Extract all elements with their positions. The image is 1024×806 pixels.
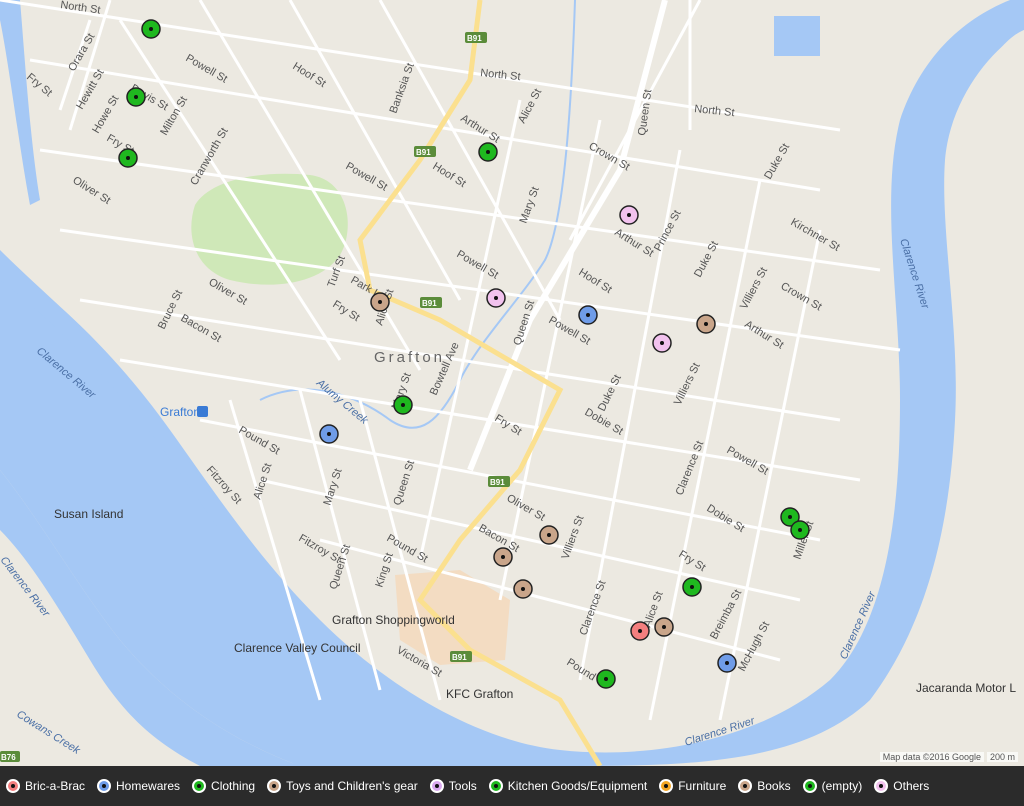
poi-station[interactable]: Grafton [160,405,200,419]
legend-label: Tools [448,779,477,793]
poi-council[interactable]: Clarence Valley Council [234,641,361,655]
legend-marker-icon [192,779,207,793]
map-marker[interactable] [513,579,533,599]
legend-marker-icon [659,779,674,793]
map-marker[interactable] [652,333,672,353]
legend-item[interactable]: (empty) [802,779,863,793]
legend-marker-icon [267,779,282,793]
svg-text:B76: B76 [1,753,16,762]
map-marker[interactable] [790,520,810,540]
highway-shield: B91 [450,651,472,662]
legend-label: (empty) [821,779,863,793]
map-view[interactable]: North St North St North St Powell St Pow… [0,0,1024,806]
map-marker[interactable] [393,395,413,415]
highway-shield: B76 [0,751,20,762]
map-marker[interactable] [141,19,161,39]
map-scale: 200 m [986,752,1018,762]
legend-label: Books [757,779,791,793]
lake [774,16,820,56]
svg-text:B91: B91 [422,299,437,308]
poi-motor[interactable]: Jacaranda Motor L [916,681,1016,695]
map-marker[interactable] [696,314,716,334]
map-marker[interactable] [539,525,559,545]
legend-label: Others [893,779,930,793]
map-marker[interactable] [682,577,702,597]
map-marker[interactable] [370,292,390,312]
legend-item[interactable]: Tools [429,779,477,793]
legend-item[interactable]: Bric-a-Brac [6,779,85,793]
legend-bar: Bric-a-Brac Homewares Clothing Toys and Chi… [0,766,1024,806]
legend-marker-icon [97,779,112,793]
legend-label: Furniture [678,779,727,793]
legend-label: Kitchen Goods/Equipment [507,779,648,793]
poi-kfc[interactable]: KFC Grafton [446,687,513,701]
legend-marker-icon [802,779,817,793]
map-attribution: Map data ©2016 Google [879,752,984,762]
poi-shopping[interactable]: Grafton Shoppingworld [332,613,455,627]
legend-label: Clothing [211,779,256,793]
map-marker[interactable] [118,148,138,168]
map-marker[interactable] [319,424,339,444]
legend-item[interactable]: Furniture [659,779,726,793]
map-marker[interactable] [596,669,616,689]
legend-item[interactable]: Toys and Children's gear [267,779,418,793]
legend-label: Toys and Children's gear [286,779,418,793]
highway-shield: B91 [488,476,510,487]
legend-label: Bric-a-Brac [25,779,86,793]
train-icon [197,406,208,417]
svg-text:B91: B91 [416,148,431,157]
legend-marker-icon [429,779,444,793]
map-marker[interactable] [478,142,498,162]
map-marker[interactable] [717,653,737,673]
svg-text:B91: B91 [452,653,467,662]
legend-item[interactable]: Clothing [192,779,255,793]
legend-item[interactable]: Books [738,779,791,793]
legend-marker-icon [874,779,889,793]
map-marker[interactable] [493,547,513,567]
legend-item[interactable]: Kitchen Goods/Equipment [488,779,648,793]
legend-marker-icon [738,779,753,793]
map-marker[interactable] [578,305,598,325]
legend-item[interactable]: Others [874,779,929,793]
highway-shield: B91 [465,32,487,43]
svg-text:B91: B91 [467,34,482,43]
suburb-label: Grafton [374,349,445,366]
map-marker[interactable] [619,205,639,225]
legend-item[interactable]: Homewares [97,779,180,793]
legend-marker-icon [488,779,503,793]
highway-shield: B91 [414,146,436,157]
svg-text:B91: B91 [490,478,505,487]
map-marker[interactable] [630,621,650,641]
legend-label: Homewares [116,779,181,793]
map-marker[interactable] [126,87,146,107]
map-canvas[interactable]: North St North St North St Powell St Pow… [0,0,1024,766]
highway-shield: B91 [420,297,442,308]
legend-marker-icon [6,779,20,793]
map-marker[interactable] [654,617,674,637]
island-label: Susan Island [54,507,123,521]
map-marker[interactable] [486,288,506,308]
